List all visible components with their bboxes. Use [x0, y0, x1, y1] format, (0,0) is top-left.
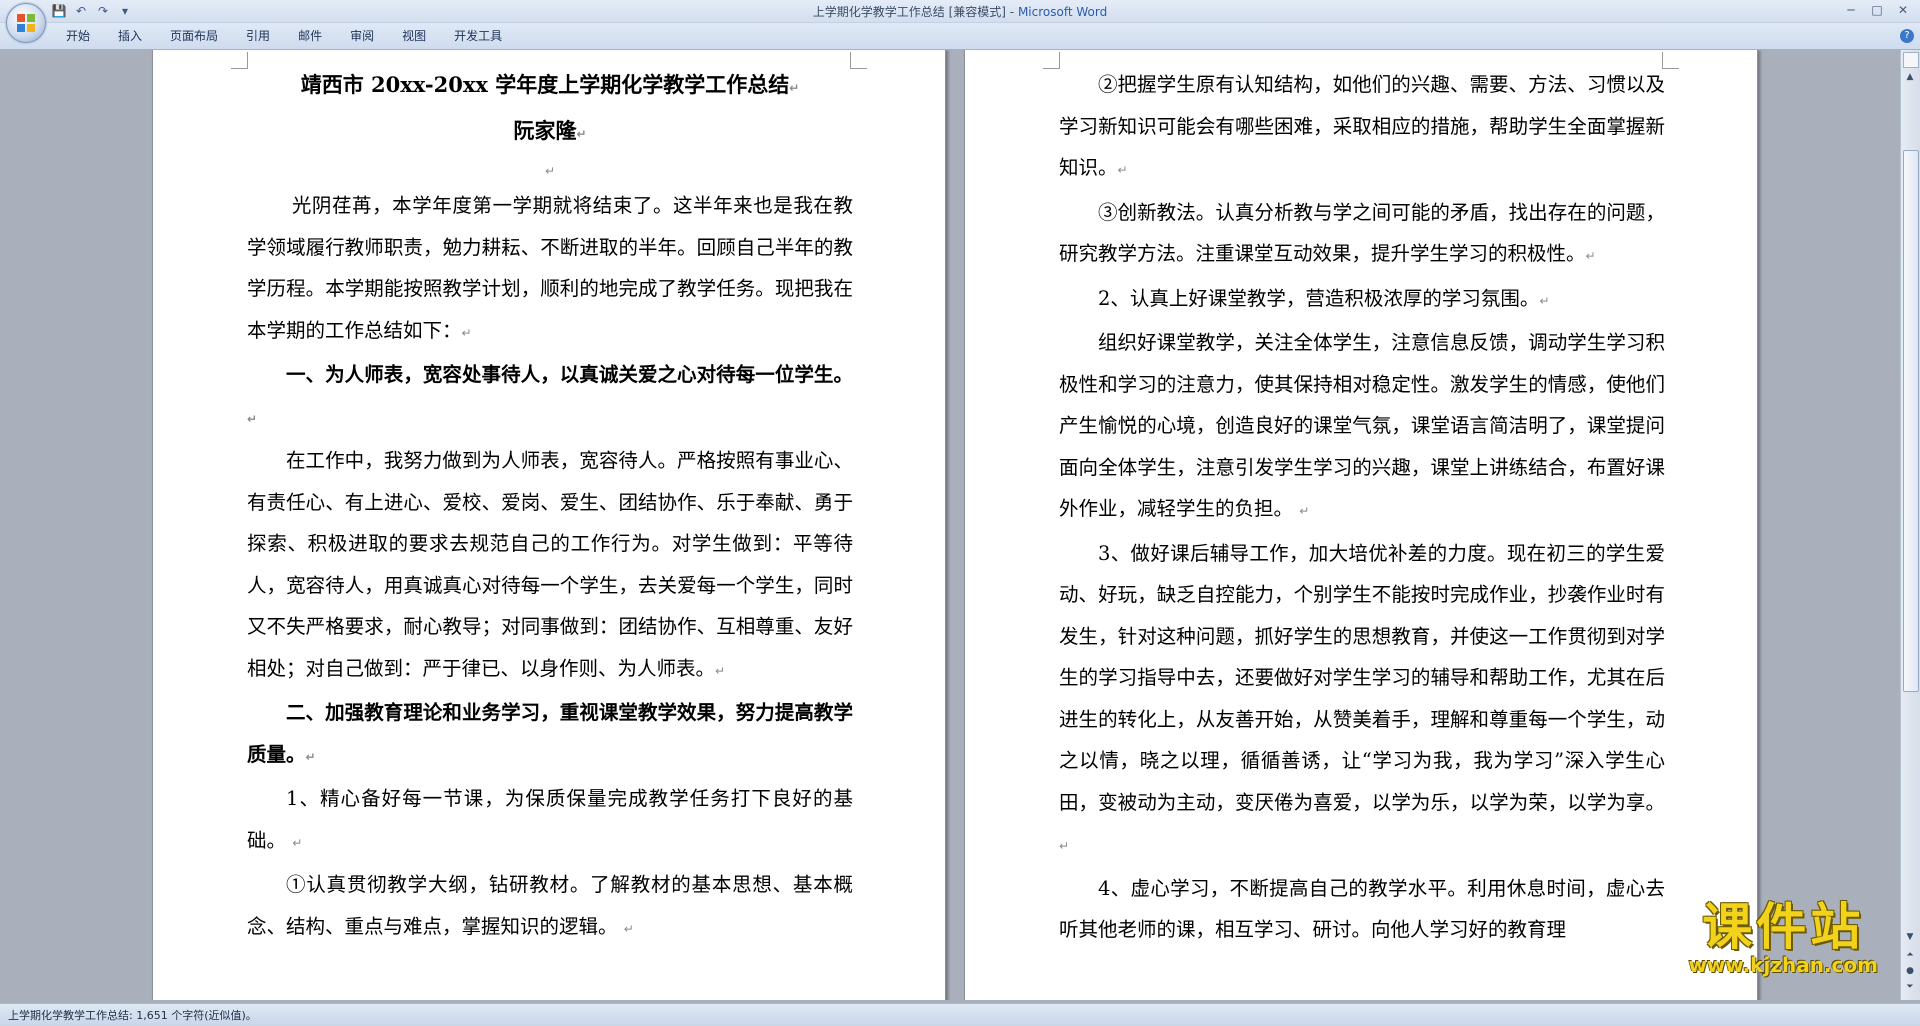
paragraph-text: 1、精心备好每一节课，为保质保量完成教学任务打下良好的基础。 [247, 787, 853, 852]
paragraph-mark: ↵ [1585, 249, 1596, 263]
paragraph-text: ③创新教法。认真分析教与学之间可能的矛盾，找出存在的问题，研究教学方法。注重课堂… [1059, 200, 1665, 266]
paragraph-text: 在工作中，我努力做到为人师表，宽容待人。严格按照有事业心、有责任心、有上进心、爱… [247, 449, 853, 680]
ribbon-tabs: 开始 插入 页面布局 引用 邮件 审阅 视图 开发工具 [52, 28, 516, 44]
document-title: 靖西市 20xx-20xx 学年度上学期化学教学工作总结↵ [247, 64, 853, 110]
view-ruler-button[interactable] [1903, 52, 1919, 68]
crop-mark [231, 52, 248, 69]
vertical-scrollbar[interactable]: ▲ ▼ ⏶ ● ⏷ [1900, 50, 1920, 1000]
word-count-status[interactable]: 上学期化学教学工作总结: 1,651 个字符(近似值)。 [8, 1007, 257, 1023]
window-title: 上学期化学教学工作总结 [兼容模式] - Microsoft Word [0, 3, 1920, 20]
author-text: 阮家隆 [513, 117, 577, 143]
window-controls: ─ □ ✕ [1838, 0, 1916, 20]
paragraph: ②把握学生原有认知结构，如他们的兴趣、需要、方法、习惯以及学习新知识可能会有哪些… [1059, 64, 1665, 192]
watermark-url: www.kjzhan.com [1688, 953, 1878, 977]
scroll-up-arrow-icon[interactable]: ▲ [1903, 70, 1917, 84]
paragraph-mark: ↵ [576, 126, 587, 141]
title-separator: - [1005, 5, 1018, 19]
page-2[interactable]: ②把握学生原有认知结构，如他们的兴趣、需要、方法、习惯以及学习新知识可能会有哪些… [964, 50, 1758, 1000]
ribbon-tab-bar: 开始 插入 页面布局 引用 邮件 审阅 视图 开发工具 ? [0, 23, 1920, 50]
section-heading: 一、为人师表，宽容处事待人，以真诚关爱之心对待每一位学生。 ↵ [247, 354, 853, 440]
paragraph-text: ②把握学生原有认知结构，如他们的兴趣、需要、方法、习惯以及学习新知识可能会有哪些… [1059, 73, 1665, 179]
paragraph-mark: ↵ [292, 835, 303, 850]
title-bar: 💾 ↶ ↷ ▾ 上学期化学教学工作总结 [兼容模式] - Microsoft W… [0, 0, 1920, 23]
watermark-logo: 课件站 www.kjzhan.com [1688, 900, 1878, 976]
tab-review[interactable]: 审阅 [336, 28, 388, 44]
paragraph-mark: ↵ [1539, 293, 1550, 308]
paragraph-text: 2、认真上好课堂教学，营造积极浓厚的学习氛围。 [1098, 286, 1540, 310]
status-bar: 上学期化学教学工作总结: 1,651 个字符(近似值)。 [0, 1003, 1920, 1026]
paragraph: 在工作中，我努力做到为人师表，宽容待人。严格按照有事业心、有责任心、有上进心、爱… [247, 440, 853, 692]
heading-text: 二、加强教育理论和业务学习，重视课堂教学效果，努力提高教学质量。 [247, 701, 853, 766]
paragraph-mark: ↵ [715, 663, 726, 678]
help-icon[interactable]: ? [1900, 29, 1914, 43]
tab-developer[interactable]: 开发工具 [440, 28, 516, 44]
page-1[interactable]: 靖西市 20xx-20xx 学年度上学期化学教学工作总结↵ 阮家隆↵ ↵ 光阴荏… [152, 50, 946, 1000]
next-page-icon[interactable]: ⏷ [1903, 980, 1917, 994]
tab-view[interactable]: 视图 [388, 28, 440, 44]
paragraph-mark: ↵ [789, 81, 800, 95]
paragraph-mark: ↵ [1117, 163, 1128, 177]
paragraph: 1、精心备好每一节课，为保质保量完成教学任务打下良好的基础。 ↵ [247, 778, 853, 864]
paragraph-text: 3、做好课后辅导工作，加大培优补差的力度。现在初三的学生爱动、好玩，缺乏自控能力… [1059, 541, 1665, 814]
crop-mark [1043, 52, 1060, 69]
page-2-content[interactable]: ②把握学生原有认知结构，如他们的兴趣、需要、方法、习惯以及学习新知识可能会有哪些… [1059, 64, 1665, 951]
document-area[interactable]: 靖西市 20xx-20xx 学年度上学期化学教学工作总结↵ 阮家隆↵ ↵ 光阴荏… [0, 50, 1900, 1000]
paragraph: ①认真贯彻教学大纲，钻研教材。了解教材的基本思想、基本概念、结构、重点与难点，掌… [247, 864, 853, 950]
close-button[interactable]: ✕ [1890, 0, 1916, 20]
empty-paragraph: ↵ [247, 155, 853, 185]
paragraph-text: 4、虚心学习，不断提高自己的教学水平。利用休息时间，虚心去听其他老师的课，相互学… [1059, 876, 1665, 942]
paragraph: 光阴荏苒，本学年度第一学期就将结束了。这半年来也是我在教学领域履行教师职责，勉力… [247, 185, 853, 354]
paragraph-text: ①认真贯彻教学大纲，钻研教材。了解教材的基本思想、基本概念、结构、重点与难点，掌… [247, 873, 853, 938]
scroll-down-arrow-icon[interactable]: ▼ [1903, 930, 1917, 944]
paragraph: 4、虚心学习，不断提高自己的教学水平。利用休息时间，虚心去听其他老师的课，相互学… [1059, 868, 1665, 951]
office-button[interactable] [6, 3, 46, 43]
paragraph: 3、做好课后辅导工作，加大培优补差的力度。现在初三的学生爱动、好玩，缺乏自控能力… [1059, 533, 1665, 868]
paragraph-mark: ↵ [461, 325, 472, 340]
paragraph-text: 组织好课堂教学，关注全体学生，注意信息反馈，调动学生学习积极性和学习的注意力，使… [1059, 331, 1665, 520]
paragraph-mark: ↵ [305, 749, 316, 764]
paragraph-text: 光阴荏苒，本学年度第一学期就将结束了。这半年来也是我在教学领域履行教师职责，勉力… [247, 194, 853, 342]
paragraph-mark: ↵ [544, 164, 556, 178]
office-logo-icon [17, 14, 35, 32]
tab-home[interactable]: 开始 [52, 28, 104, 44]
document-name: 上学期化学教学工作总结 [兼容模式] [812, 5, 1006, 19]
paragraph: ③创新教法。认真分析教与学之间可能的矛盾，找出存在的问题，研究教学方法。注重课堂… [1059, 192, 1665, 278]
app-name: Microsoft Word [1017, 5, 1108, 19]
maximize-button[interactable]: □ [1864, 0, 1890, 20]
page-1-content[interactable]: 靖西市 20xx-20xx 学年度上学期化学教学工作总结↵ 阮家隆↵ ↵ 光阴荏… [247, 64, 853, 950]
section-heading: 二、加强教育理论和业务学习，重视课堂教学效果，努力提高教学质量。↵ [247, 692, 853, 778]
tab-references[interactable]: 引用 [232, 28, 284, 44]
previous-page-icon[interactable]: ⏶ [1903, 948, 1917, 962]
heading-text: 一、为人师表，宽容处事待人，以真诚关爱之心对待每一位学生。 [286, 363, 853, 386]
paragraph-mark: ↵ [1059, 839, 1070, 853]
paragraph-mark: ↵ [623, 921, 634, 936]
select-browse-object-icon[interactable]: ● [1903, 964, 1917, 978]
watermark-text: 课件站 [1702, 898, 1865, 956]
paragraph: 2、认真上好课堂教学，营造积极浓厚的学习氛围。↵ [1059, 278, 1665, 323]
paragraph-mark: ↵ [247, 411, 258, 426]
document-author: 阮家隆↵ [247, 110, 853, 156]
paragraph-mark: ↵ [1299, 504, 1310, 518]
tab-insert[interactable]: 插入 [104, 28, 156, 44]
scroll-thumb[interactable] [1903, 150, 1919, 692]
title-text: 靖西市 20xx-20xx 学年度上学期化学教学工作总结 [300, 72, 790, 97]
tab-mailings[interactable]: 邮件 [284, 28, 336, 44]
paragraph: 组织好课堂教学，关注全体学生，注意信息反馈，调动学生学习积极性和学习的注意力，使… [1059, 322, 1665, 533]
minimize-button[interactable]: ─ [1838, 0, 1864, 20]
tab-page-layout[interactable]: 页面布局 [156, 28, 232, 44]
